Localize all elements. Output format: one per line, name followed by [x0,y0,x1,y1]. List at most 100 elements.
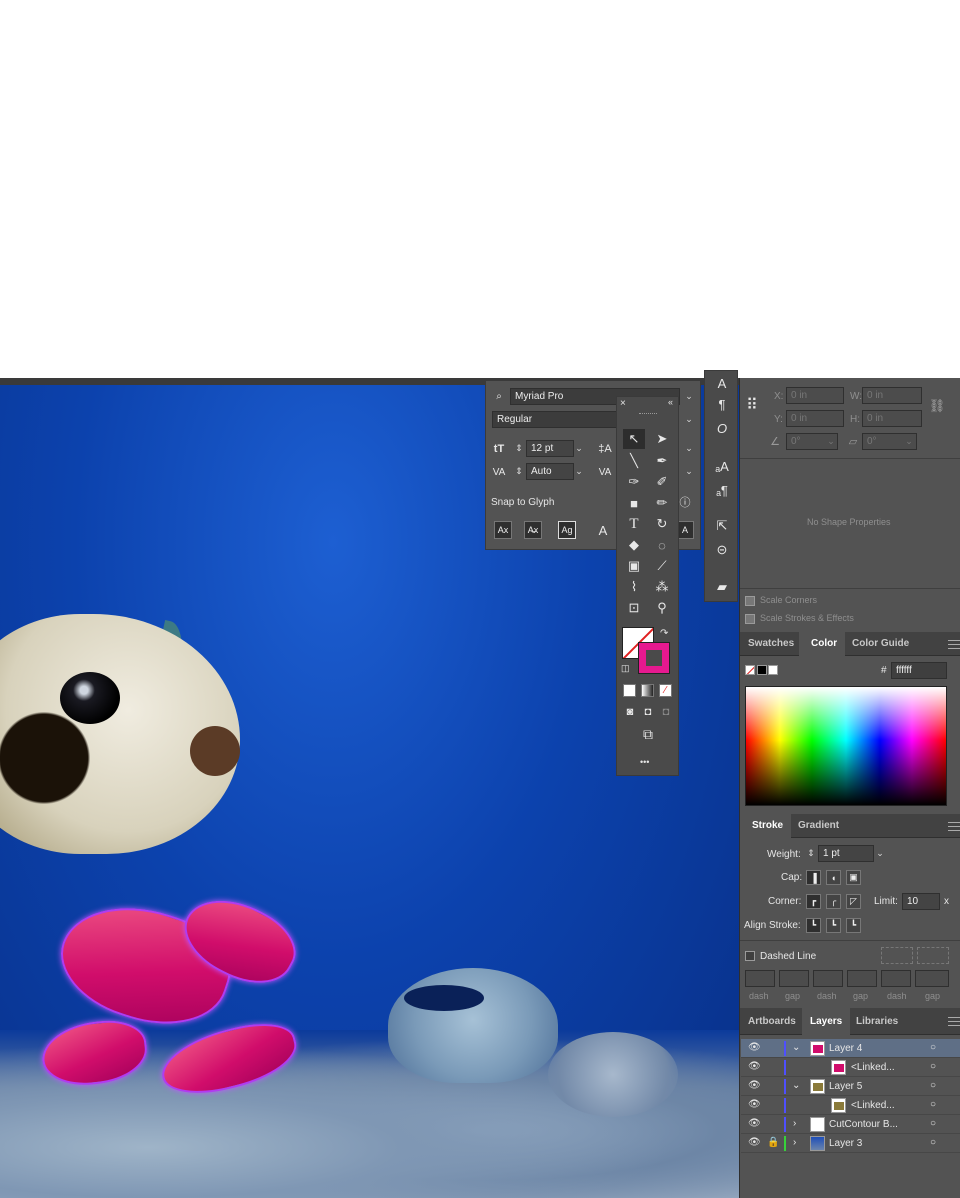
weight-dropdown-chevron-icon[interactable]: ⌄ [873,845,887,862]
paragraph-styles-icon[interactable]: ₐ¶ [713,481,731,499]
selection-tool-icon[interactable]: ↖ [623,429,645,449]
weight-field[interactable]: 1 pt [818,845,874,862]
font-style-dropdown-chevron-icon[interactable]: ⌄ [682,411,696,428]
rotate-dropdown-chevron-icon[interactable]: ⌄ [824,433,838,450]
collapse-chevron-icon[interactable]: › [793,1118,796,1129]
font-size-field[interactable]: 12 pt [526,440,574,457]
eyedropper-tool-icon[interactable]: ⟋ [651,556,673,576]
layer-row-cutcontour[interactable]: 👁 › CutContour B... ○ [741,1115,960,1134]
swap-fill-stroke-icon[interactable]: ↷ [660,628,668,639]
align-outside-icon[interactable]: ┗ [846,918,861,933]
layers-panel-menu-icon[interactable] [948,1017,960,1026]
artboard-tool-icon[interactable]: ⊡ [623,598,645,618]
screen-mode-icon[interactable]: ⧉ [637,724,659,744]
rotate-tool-icon[interactable]: ↻ [651,514,673,534]
tab-color-guide[interactable]: Color Guide [844,632,917,656]
zoom-tool-icon[interactable]: ⚲ [651,598,673,618]
h-field[interactable]: 0 in [862,410,922,427]
black-color-swatch[interactable] [757,665,767,675]
draw-inside-icon[interactable]: ◘ [655,702,677,722]
default-fill-stroke-icon[interactable]: ◫ [621,663,630,674]
tab-artboards[interactable]: Artboards [740,1008,804,1035]
x-field[interactable]: 0 in [786,387,844,404]
font-family-dropdown-chevron-icon[interactable]: ⌄ [682,388,696,405]
tab-libraries[interactable]: Libraries [848,1008,906,1035]
stroke-panel-menu-icon[interactable] [948,822,960,831]
tab-stroke[interactable]: Stroke [740,814,792,838]
layer-row-layer-3[interactable]: 👁 🔒 › Layer 3 ○ [741,1134,960,1153]
tab-swatches[interactable]: Swatches [740,632,802,656]
visibility-eye-icon[interactable]: 👁 [748,1042,761,1053]
target-circle-icon[interactable]: ○ [930,1137,936,1148]
add-anchor-tool-icon[interactable]: ✑ [623,472,645,492]
y-field[interactable]: 0 in [786,410,844,427]
color-mode-icon[interactable] [623,684,636,697]
white-color-swatch[interactable] [768,665,778,675]
tab-color[interactable]: Color [799,632,846,656]
gradient-tool-icon[interactable]: ▣ [623,556,645,576]
tab-layers[interactable]: Layers [802,1008,851,1035]
align-dash-icon[interactable] [917,947,949,964]
scale-corners-checkbox[interactable] [745,596,755,606]
character-panel-icon[interactable]: A [713,374,731,392]
snap-baseline-icon[interactable]: Ax [494,521,512,539]
dashed-line-checkbox[interactable] [745,951,755,961]
search-icon[interactable]: ⌕ [490,387,508,405]
export-icon[interactable]: ⇱ [713,517,731,535]
shear-dropdown-chevron-icon[interactable]: ⌄ [902,433,916,450]
direct-selection-tool-icon[interactable]: ➤ [651,429,673,449]
gap-field-1[interactable] [779,970,809,987]
opentype-panel-icon[interactable]: O [713,419,731,437]
kerning-stepper-icon[interactable]: ⇕ [512,463,526,480]
snap-glyph-bounds-icon[interactable]: Ag [558,521,576,539]
dash-field-1[interactable] [745,970,775,987]
collapse-chevron-icon[interactable]: › [793,1137,796,1148]
align-center-icon[interactable]: ┗ [806,918,821,933]
butt-cap-icon[interactable]: ▐ [806,870,821,885]
dash-field-2[interactable] [813,970,843,987]
visibility-eye-icon[interactable]: 👁 [748,1118,761,1129]
curvature-tool-icon[interactable]: ✐ [651,472,673,492]
layer-row-linked-1[interactable]: 👁 <Linked... ○ [741,1058,960,1077]
tracking-dropdown-chevron-icon[interactable]: ⌄ [682,440,696,457]
target-circle-icon[interactable]: ○ [930,1099,936,1110]
font-size-dropdown-chevron-icon[interactable]: ⌄ [572,440,586,457]
collapse-icon[interactable]: « [668,397,673,407]
tracking-dropdown-chevron-icon-2[interactable]: ⌄ [682,463,696,480]
tab-gradient[interactable]: Gradient [790,814,847,838]
expand-chevron-icon[interactable]: ⌄ [792,1042,800,1053]
target-circle-icon[interactable]: ○ [930,1061,936,1072]
blend-tool-icon[interactable]: ⌇ [623,577,645,597]
expand-chevron-icon[interactable]: ⌄ [792,1080,800,1091]
w-field[interactable]: 0 in [862,387,922,404]
layer-row-layer-5[interactable]: 👁 ⌄ Layer 5 ○ [741,1077,960,1096]
layer-row-linked-2[interactable]: 👁 <Linked... ○ [741,1096,960,1115]
visibility-eye-icon[interactable]: 👁 [748,1099,761,1110]
visibility-eye-icon[interactable]: 👁 [748,1061,761,1072]
dash-field-3[interactable] [881,970,911,987]
bevel-join-icon[interactable]: ◸ [846,894,861,909]
none-color-swatch[interactable] [745,665,755,675]
links-panel-icon[interactable]: ⊝ [713,541,731,559]
color-panel-menu-icon[interactable] [948,640,960,649]
lasso-tool-icon[interactable]: ◌ [651,535,673,555]
limit-field[interactable]: 10 [902,893,940,910]
visibility-eye-icon[interactable]: 👁 [748,1080,761,1091]
color-spectrum[interactable] [745,686,947,806]
rectangle-tool-icon[interactable]: ■ [623,493,645,513]
scale-strokes-checkbox[interactable] [745,614,755,624]
preserve-dash-icon[interactable] [881,947,913,964]
snap-proximity-icon[interactable]: A [594,521,612,539]
none-mode-icon[interactable]: ⁄ [659,684,672,697]
align-inside-icon[interactable]: ┗ [826,918,841,933]
paintbrush-tool-icon[interactable]: ✏ [651,493,673,513]
line-tool-icon[interactable]: ╲ [623,451,645,471]
leading-dropdown-chevron-icon[interactable]: ⌄ [572,463,586,480]
reference-point-icon[interactable]: ⠿ [743,396,761,414]
tools-panel-grip[interactable] [639,413,657,416]
lock-icon[interactable]: 🔒 [767,1137,779,1148]
pen-tool-icon[interactable]: ✒ [651,451,673,471]
target-circle-icon[interactable]: ○ [930,1080,936,1091]
type-tool-icon[interactable]: T [623,514,645,534]
projecting-cap-icon[interactable]: ▣ [846,870,861,885]
